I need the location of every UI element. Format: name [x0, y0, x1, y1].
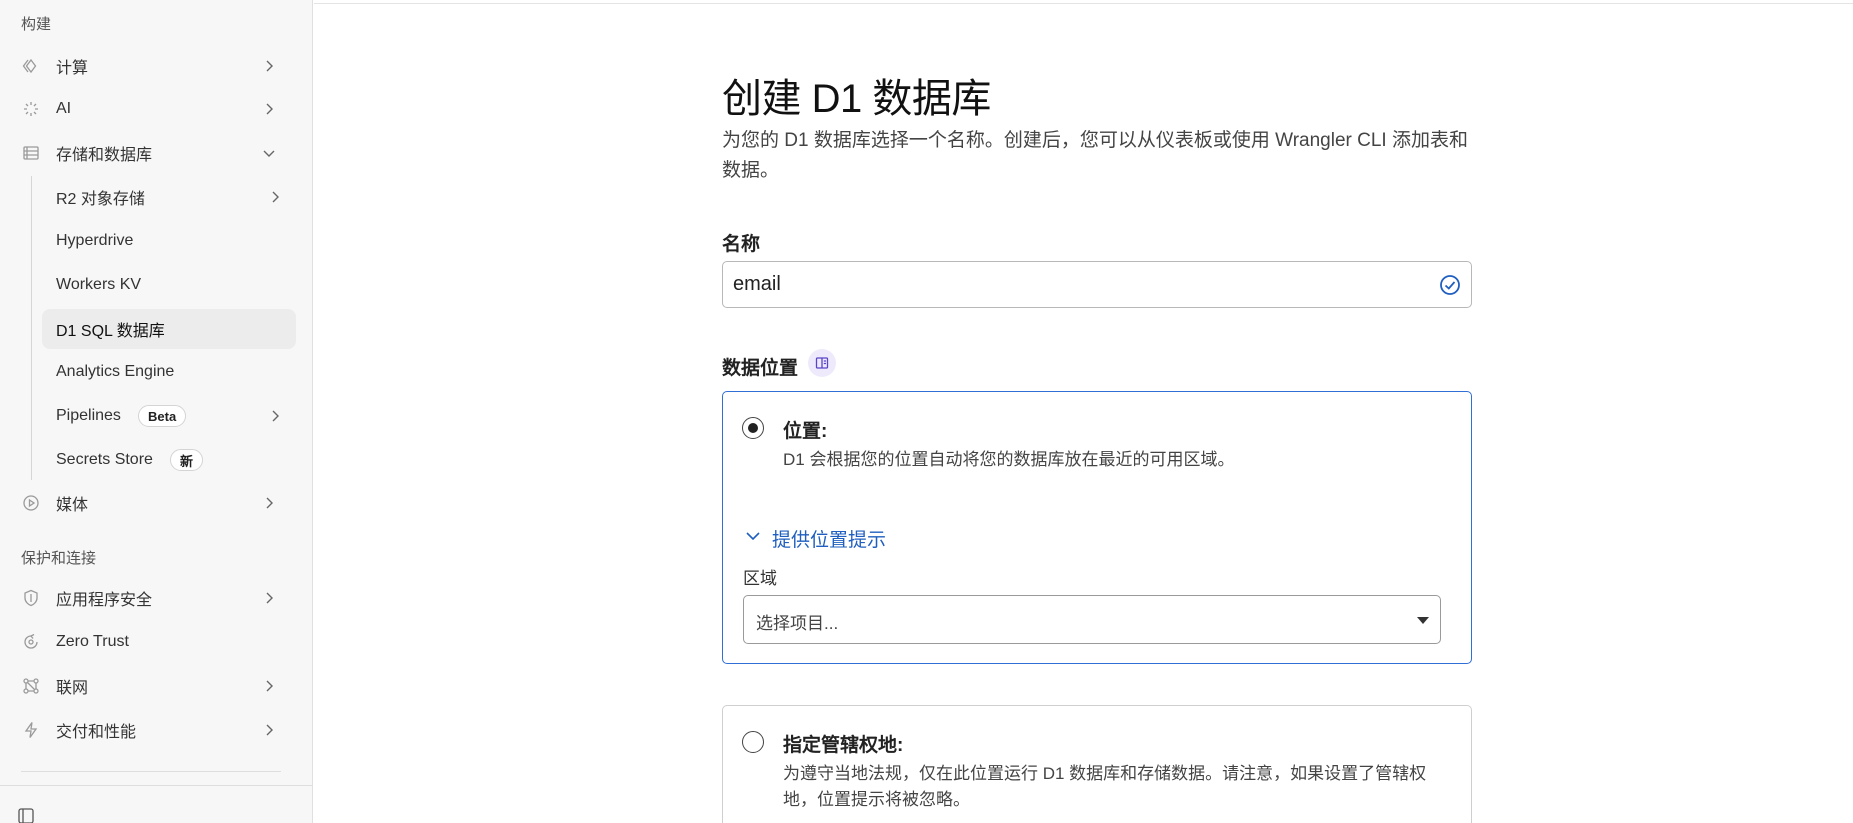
chevron-down-icon	[746, 532, 760, 541]
storage-icon	[23, 146, 39, 160]
new-badge: 新	[170, 449, 204, 471]
sidebar-item-media[interactable]: 媒体	[0, 483, 296, 523]
sidebar-item-analytics-engine[interactable]: Analytics Engine	[42, 352, 296, 392]
jurisdiction-option-title: 指定管辖权地:	[783, 735, 904, 756]
sidebar-item-label: 计算	[56, 60, 89, 77]
sidebar-item-label: AI	[56, 100, 72, 117]
sidebar-item-label: 应用程序安全	[56, 592, 153, 609]
chevron-right-icon	[272, 191, 279, 203]
region-label: 区域	[743, 569, 777, 588]
page-description: 为您的 D1 数据库选择一个名称。创建后，您可以从仪表板或使用 Wrangler…	[722, 130, 1468, 181]
jurisdiction-option-card[interactable]: 指定管辖权地: 为遵守当地法规，仅在此位置运行 D1 数据库和存储数据。请注意，…	[722, 705, 1472, 823]
sidebar-item-label: Hyperdrive	[56, 232, 134, 249]
sidebar-item-label: R2 对象存储	[56, 191, 145, 208]
sidebar-item-label: Workers KV	[56, 276, 142, 293]
valid-check-icon	[1440, 275, 1460, 295]
location-radio[interactable]	[742, 417, 764, 439]
sidebar-item-label: Analytics Engine	[56, 363, 175, 380]
location-option-text: D1 会根据您的位置自动将您的数据库放在最近的可用区域。	[783, 450, 1235, 469]
sidebar-item-label: 交付和性能	[56, 724, 137, 741]
sidebar-collapse-icon[interactable]	[18, 808, 34, 823]
sidebar-item-workers-kv[interactable]: Workers KV	[42, 265, 296, 305]
ai-sparkle-icon	[24, 102, 38, 116]
location-option-title: 位置:	[783, 421, 828, 442]
submenu-guide-line	[31, 176, 32, 480]
book-icon	[815, 357, 829, 369]
beta-badge: Beta	[138, 405, 187, 427]
region-select[interactable]: 选择项目...	[743, 595, 1441, 644]
sidebar-item-zero-trust[interactable]: Zero Trust	[0, 622, 296, 662]
docs-button[interactable]	[808, 349, 836, 377]
location-hint-label: 提供位置提示	[772, 530, 887, 551]
region-select-value: 选择项目...	[756, 614, 839, 633]
sidebar-item-label: D1 SQL 数据库	[56, 323, 165, 340]
sidebar-item-hyperdrive[interactable]: Hyperdrive	[42, 221, 296, 261]
sidebar-item-delivery[interactable]: 交付和性能	[0, 710, 296, 750]
sidebar-item-network[interactable]: 联网	[0, 666, 296, 706]
sidebar-item-label: 媒体	[56, 497, 89, 514]
sidebar-item-secrets-store[interactable]: Secrets Store 新	[42, 440, 296, 480]
sidebar-item-compute[interactable]: 计算	[0, 46, 296, 86]
sidebar-item-app-security[interactable]: 应用程序安全	[0, 578, 296, 618]
location-option-card[interactable]: 位置: D1 会根据您的位置自动将您的数据库放在最近的可用区域。 提供位置提示 …	[722, 391, 1472, 664]
sidebar-item-label: 联网	[56, 680, 89, 697]
sidebar-item-label: 存储和数据库	[56, 147, 153, 164]
shield-icon	[24, 589, 38, 607]
compute-icon	[22, 58, 37, 74]
network-icon	[23, 678, 39, 694]
name-label: 名称	[722, 234, 761, 255]
jurisdiction-radio[interactable]	[742, 731, 764, 753]
chevron-right-icon	[266, 592, 273, 604]
sidebar-footer-divider	[0, 785, 313, 786]
page-title: 创建 D1 数据库	[722, 77, 991, 121]
sidebar-item-storage[interactable]: 存储和数据库	[0, 133, 296, 173]
chevron-down-icon	[263, 150, 275, 157]
data-location-label: 数据位置	[722, 358, 799, 379]
zero-trust-icon	[24, 633, 38, 649]
chevron-right-icon	[272, 410, 279, 422]
sidebar-item-label: Zero Trust	[56, 633, 129, 650]
sidebar-divider	[21, 771, 281, 772]
database-name-field[interactable]	[722, 261, 1472, 308]
chevron-right-icon	[266, 680, 273, 692]
header-divider	[314, 3, 1853, 4]
sidebar-item-label: Pipelines	[56, 407, 121, 424]
jurisdiction-option-text: 为遵守当地法规，仅在此位置运行 D1 数据库和存储数据。请注意，如果设置了管辖权…	[783, 764, 1427, 809]
bolt-icon	[24, 722, 38, 738]
chevron-right-icon	[266, 724, 273, 736]
chevron-right-icon	[266, 60, 273, 72]
sidebar-item-pipelines[interactable]: Pipelines Beta	[42, 396, 296, 436]
database-name-input[interactable]	[733, 262, 1413, 307]
sidebar-item-r2[interactable]: R2 对象存储	[42, 177, 296, 217]
section-title-protect: 保护和连接	[21, 550, 97, 567]
media-play-icon	[23, 495, 39, 511]
chevron-right-icon	[266, 497, 273, 509]
dropdown-caret-icon	[1417, 617, 1429, 624]
sidebar-item-label: Secrets Store	[56, 451, 153, 468]
sidebar-item-ai[interactable]: AI	[0, 89, 296, 129]
sidebar: 构建 计算 AI 存储和数据库 R2 对象存储 Hyperdrive Worke…	[0, 0, 313, 823]
chevron-right-icon	[266, 103, 273, 115]
section-title-build: 构建	[21, 16, 52, 33]
sidebar-item-d1[interactable]: D1 SQL 数据库	[42, 309, 296, 349]
